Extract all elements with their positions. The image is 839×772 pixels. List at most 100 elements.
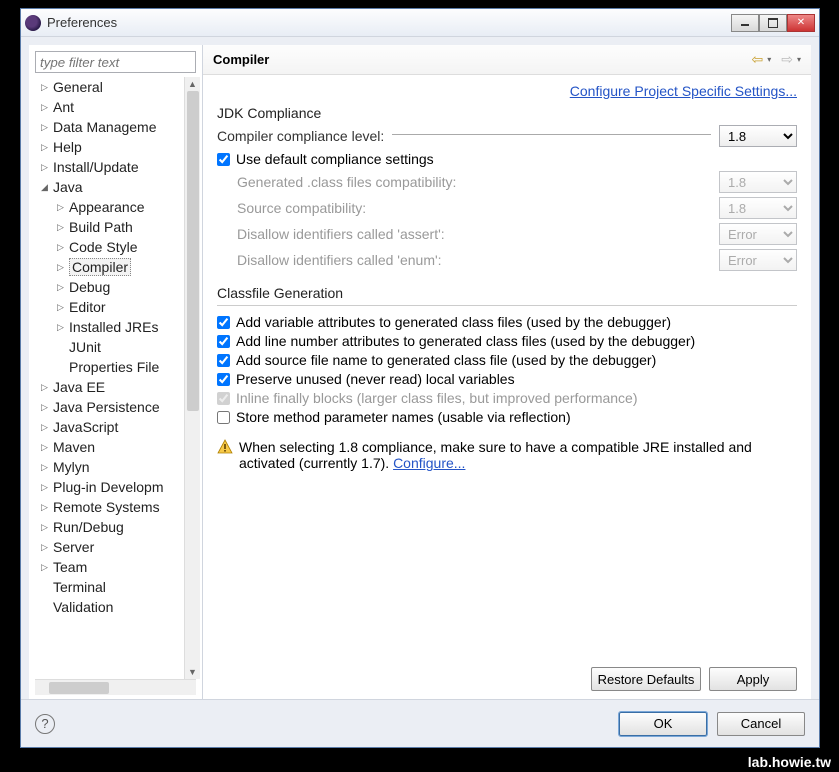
tree-item-label: Java: [53, 179, 83, 195]
use-default-checkbox[interactable]: [217, 153, 230, 166]
ok-button[interactable]: OK: [619, 712, 707, 736]
help-button[interactable]: ?: [35, 714, 55, 734]
tree-item-appearance[interactable]: ▷Appearance: [35, 197, 184, 217]
expand-icon[interactable]: ▷: [57, 202, 67, 213]
tree-item-java[interactable]: ◢Java: [35, 177, 184, 197]
jdk-row-select[interactable]: 1.8: [719, 171, 797, 193]
nav-back-icon[interactable]: ⇦: [752, 51, 764, 68]
preferences-tree[interactable]: ▷General▷Ant▷Data Manageme▷Help▷Install/…: [35, 77, 184, 679]
tree-item-server[interactable]: ▷Server: [35, 537, 184, 557]
tree-item-ant[interactable]: ▷Ant: [35, 97, 184, 117]
tree-item-label: Java Persistence: [53, 399, 160, 415]
expand-icon[interactable]: ▷: [41, 402, 51, 413]
tree-item-remote-systems[interactable]: ▷Remote Systems: [35, 497, 184, 517]
page-title: Compiler: [213, 52, 752, 67]
expand-icon[interactable]: ▷: [41, 482, 51, 493]
expand-icon[interactable]: ▷: [41, 462, 51, 473]
tree-item-label: Data Manageme: [53, 119, 157, 135]
classfile-checkbox[interactable]: [217, 316, 230, 329]
tree-item-compiler[interactable]: ▷Compiler: [35, 257, 184, 277]
collapse-icon[interactable]: ◢: [41, 182, 51, 193]
titlebar[interactable]: Preferences: [21, 9, 819, 37]
classfile-checkbox[interactable]: [217, 354, 230, 367]
tree-item-label: Ant: [53, 99, 74, 115]
classfile-checkbox[interactable]: [217, 373, 230, 386]
classfile-checkbox[interactable]: [217, 335, 230, 348]
tree-vscrollbar[interactable]: ▲▼: [184, 77, 200, 679]
tree-item-data-manageme[interactable]: ▷Data Manageme: [35, 117, 184, 137]
tree-item-build-path[interactable]: ▷Build Path: [35, 217, 184, 237]
jdk-row-select[interactable]: 1.8: [719, 197, 797, 219]
tree-item-java-persistence[interactable]: ▷Java Persistence: [35, 397, 184, 417]
tree-item-junit[interactable]: JUnit: [35, 337, 184, 357]
expand-icon[interactable]: ▷: [41, 442, 51, 453]
expand-icon[interactable]: ▷: [41, 102, 51, 113]
tree-item-label: Terminal: [53, 579, 106, 595]
expand-icon[interactable]: ▷: [41, 122, 51, 133]
tree-item-maven[interactable]: ▷Maven: [35, 437, 184, 457]
expand-icon[interactable]: ▷: [41, 542, 51, 553]
minimize-button[interactable]: [731, 14, 759, 32]
jdk-row-select[interactable]: Error: [719, 223, 797, 245]
close-button[interactable]: [787, 14, 815, 32]
expand-icon[interactable]: ▷: [57, 322, 67, 333]
configure-jre-link[interactable]: Configure...: [393, 455, 465, 471]
jdk-row-label: Source compatibility:: [237, 200, 366, 216]
expand-icon[interactable]: ▷: [41, 522, 51, 533]
filter-input[interactable]: [35, 51, 196, 73]
expand-icon[interactable]: ▷: [41, 502, 51, 513]
warning-text: When selecting 1.8 compliance, make sure…: [239, 439, 797, 471]
expand-icon[interactable]: ▷: [57, 262, 67, 273]
tree-item-label: Help: [53, 139, 82, 155]
expand-icon[interactable]: ▷: [41, 82, 51, 93]
tree-hscrollbar[interactable]: [35, 679, 196, 695]
nav-forward-menu[interactable]: ▾: [797, 55, 801, 64]
expand-icon[interactable]: ▷: [57, 222, 67, 233]
classfile-check-label: Store method parameter names (usable via…: [236, 409, 571, 425]
expand-icon[interactable]: ▷: [41, 422, 51, 433]
window-title: Preferences: [47, 15, 731, 30]
tree-item-label: Installed JREs: [69, 319, 158, 335]
tree-item-label: Maven: [53, 439, 95, 455]
expand-icon[interactable]: ▷: [57, 282, 67, 293]
tree-item-debug[interactable]: ▷Debug: [35, 277, 184, 297]
nav-back-menu[interactable]: ▾: [767, 55, 771, 64]
expand-icon[interactable]: ▷: [41, 162, 51, 173]
tree-item-label: Java EE: [53, 379, 105, 395]
cancel-button[interactable]: Cancel: [717, 712, 805, 736]
compliance-level-select[interactable]: 1.8: [719, 125, 797, 147]
expand-icon[interactable]: ▷: [41, 562, 51, 573]
tree-item-team[interactable]: ▷Team: [35, 557, 184, 577]
jdk-row-select[interactable]: Error: [719, 249, 797, 271]
tree-item-label: General: [53, 79, 103, 95]
expand-icon[interactable]: ▷: [57, 242, 67, 253]
tree-item-java-ee[interactable]: ▷Java EE: [35, 377, 184, 397]
expand-icon[interactable]: ▷: [41, 382, 51, 393]
restore-defaults-button[interactable]: Restore Defaults: [591, 667, 701, 691]
tree-item-editor[interactable]: ▷Editor: [35, 297, 184, 317]
tree-item-plug-in-developm[interactable]: ▷Plug-in Developm: [35, 477, 184, 497]
tree-item-label: Run/Debug: [53, 519, 124, 535]
tree-item-installed-jres[interactable]: ▷Installed JREs: [35, 317, 184, 337]
nav-forward-icon[interactable]: ⇨: [781, 51, 793, 68]
expand-icon[interactable]: ▷: [41, 142, 51, 153]
tree-item-general[interactable]: ▷General: [35, 77, 184, 97]
tree-item-run-debug[interactable]: ▷Run/Debug: [35, 517, 184, 537]
tree-item-javascript[interactable]: ▷JavaScript: [35, 417, 184, 437]
apply-button[interactable]: Apply: [709, 667, 797, 691]
configure-project-link[interactable]: Configure Project Specific Settings...: [570, 83, 797, 99]
tree-item-install-update[interactable]: ▷Install/Update: [35, 157, 184, 177]
expand-icon[interactable]: ▷: [57, 302, 67, 313]
classfile-checkbox[interactable]: [217, 411, 230, 424]
tree-item-label: Build Path: [69, 219, 133, 235]
tree-item-label: Properties File: [69, 359, 159, 375]
classfile-check-label: Inline finally blocks (larger class file…: [236, 390, 638, 406]
tree-item-code-style[interactable]: ▷Code Style: [35, 237, 184, 257]
tree-item-validation[interactable]: Validation: [35, 597, 184, 617]
tree-item-mylyn[interactable]: ▷Mylyn: [35, 457, 184, 477]
tree-item-label: JUnit: [69, 339, 101, 355]
maximize-button[interactable]: [759, 14, 787, 32]
tree-item-terminal[interactable]: Terminal: [35, 577, 184, 597]
tree-item-help[interactable]: ▷Help: [35, 137, 184, 157]
tree-item-properties-file[interactable]: Properties File: [35, 357, 184, 377]
